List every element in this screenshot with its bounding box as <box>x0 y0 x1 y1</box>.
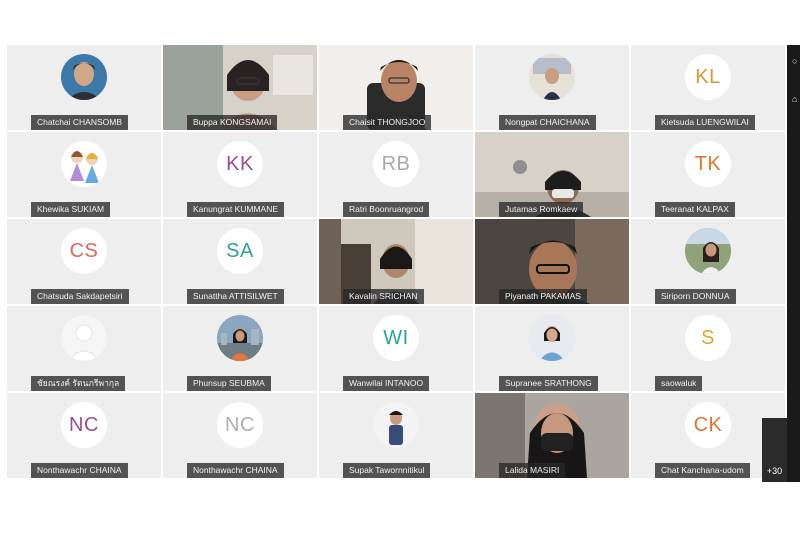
initials-avatar: CS <box>61 228 107 275</box>
participant-name: ชัยณรงค์ รัตนภรีพากุล <box>31 376 126 391</box>
participant-tile[interactable]: WI Wanwilai INTANOO <box>319 306 473 391</box>
initials-avatar: NC <box>217 402 263 449</box>
participant-name: Chatchai CHANSOMB <box>31 115 129 130</box>
more-participants-count: +30 <box>766 466 783 476</box>
participant-tile[interactable]: Siriporn DONNUA <box>631 219 785 304</box>
avatar <box>61 54 107 101</box>
avatar <box>217 315 263 362</box>
participant-tile[interactable]: Chatchai CHANSOMB <box>7 45 161 130</box>
participant-tile[interactable]: Piyanath PAKAMAS <box>475 219 629 304</box>
side-toolbar <box>787 45 800 482</box>
participant-tile[interactable]: NC Nonthawachr CHAINA <box>7 393 161 478</box>
participant-name: Kietsuda LUENGWILAI <box>655 115 755 130</box>
participant-name: Khewika SUKIAM <box>31 202 111 217</box>
participant-name: Piyanath PAKAMAS <box>499 289 587 304</box>
participant-name: Buppa KONGSAMAI <box>187 115 278 130</box>
participant-tile[interactable]: Chaisit THONGJOO <box>319 45 473 130</box>
initials-avatar: S <box>685 315 731 362</box>
participant-name: Nonthawachr CHAINA <box>31 463 128 478</box>
participant-grid: Chatchai CHANSOMB Buppa KONGSAMAI Chaisit … <box>7 45 787 482</box>
participant-tile[interactable]: Ssaowaluk <box>631 306 785 391</box>
initials-avatar: WI <box>373 315 419 362</box>
participant-name: Kavalin SRICHAN <box>343 289 424 304</box>
participant-tile[interactable]: NC Nonthawachr CHAINA <box>163 393 317 478</box>
participant-tile[interactable]: Khewika SUKIAM <box>7 132 161 217</box>
participant-tile[interactable]: Jutamas Romkaew <box>475 132 629 217</box>
initials-avatar: NC <box>61 402 107 449</box>
participant-name: Jutamas Romkaew <box>499 202 584 217</box>
initials-avatar: RB <box>373 141 419 188</box>
avatar <box>685 228 731 275</box>
participant-name: Chatsuda Sakdapetsiri <box>31 289 129 304</box>
participant-name: Wanwilai INTANOO <box>343 376 430 391</box>
initials-avatar: KL <box>685 54 731 101</box>
participant-name: Nonthawachr CHAINA <box>187 463 284 478</box>
participant-tile[interactable]: Buppa KONGSAMAI <box>163 45 317 130</box>
avatar <box>373 402 419 449</box>
participant-name: Siriporn DONNUA <box>655 289 736 304</box>
initials-avatar: SA <box>217 228 263 275</box>
participant-name: Phunsup SEUBMA <box>187 376 271 391</box>
participant-name: Chaisit THONGJOO <box>343 115 432 130</box>
participant-tile[interactable]: CS Chatsuda Sakdapetsiri <box>7 219 161 304</box>
participant-tile[interactable]: TK Teeranat KALPAX <box>631 132 785 217</box>
avatar <box>61 315 107 362</box>
participant-tile[interactable]: Supak Tawornnitikul <box>319 393 473 478</box>
participant-name: Lalida MASIRI <box>499 463 566 478</box>
avatar <box>61 141 107 188</box>
participant-name: Sunattha ATTISILWET <box>187 289 284 304</box>
participant-name: Ratri Boonruangrod <box>343 202 430 217</box>
participant-tile[interactable]: SA Sunattha ATTISILWET <box>163 219 317 304</box>
participant-tile[interactable]: Nongpat CHAICHANA <box>475 45 629 130</box>
participant-name: Supranee SRATHONG <box>499 376 598 391</box>
participant-name: Chat Kanchana-udom <box>655 463 750 478</box>
participant-tile[interactable]: Supranee SRATHONG <box>475 306 629 391</box>
participant-name: Supak Tawornnitikul <box>343 463 431 478</box>
panel-icon[interactable]: ⌂ <box>792 94 800 104</box>
participant-tile[interactable]: ชัยณรงค์ รัตนภรีพากุล <box>7 306 161 391</box>
participant-name: saowaluk <box>655 376 703 391</box>
more-participants-button[interactable]: +30 <box>762 418 787 482</box>
participant-tile[interactable]: KK Kanungrat KUMMANE <box>163 132 317 217</box>
avatar <box>529 54 575 101</box>
avatar <box>529 315 575 362</box>
chat-icon[interactable]: ○ <box>792 56 800 66</box>
participant-name: Teeranat KALPAX <box>655 202 735 217</box>
initials-avatar: CK <box>685 402 731 449</box>
participant-tile[interactable]: RB Ratri Boonruangrod <box>319 132 473 217</box>
participant-tile[interactable]: KL Kietsuda LUENGWILAI <box>631 45 785 130</box>
participant-name: Nongpat CHAICHANA <box>499 115 596 130</box>
participant-tile[interactable]: Phunsup SEUBMA <box>163 306 317 391</box>
participant-name: Kanungrat KUMMANE <box>187 202 285 217</box>
initials-avatar: KK <box>217 141 263 188</box>
participant-tile[interactable]: Kavalin SRICHAN <box>319 219 473 304</box>
initials-avatar: TK <box>685 141 731 188</box>
participant-tile[interactable]: Lalida MASIRI <box>475 393 629 478</box>
